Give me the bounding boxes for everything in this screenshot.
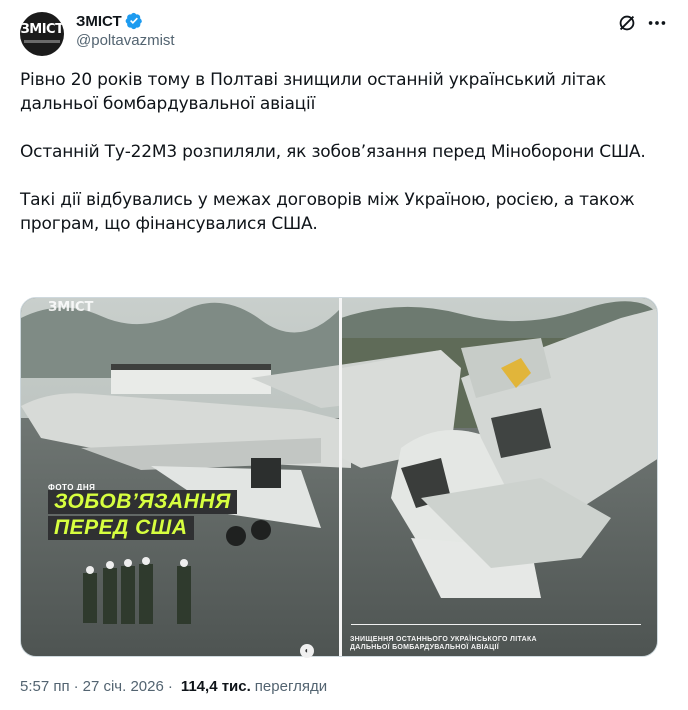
media-photo [21, 298, 657, 656]
media-info-icon[interactable]: ◐ [300, 644, 314, 658]
tweet-header: ЗМІСТ ЗМІСТ @poltavazmist [20, 8, 668, 56]
media-headline: ЗОБОВ’ЯЗАННЯ ПЕРЕД США [48, 490, 237, 542]
tweet-paragraph: Рівно 20 років тому в Полтаві знищили ос… [20, 70, 607, 114]
tweet-paragraph: Останній Ту-22М3 розпиляли, як зобов’яза… [20, 142, 646, 162]
display-name[interactable]: ЗМІСТ [76, 13, 122, 30]
avatar-logo: ЗМІСТ [20, 22, 64, 37]
views-count: 114,4 тис. [180, 678, 251, 695]
meta-separator: · [167, 678, 173, 695]
tweet-media-image[interactable] [20, 297, 658, 657]
tweet-time[interactable]: 5:57 пп [20, 678, 70, 695]
tweet-text: Рівно 20 років тому в Полтаві знищили ос… [20, 68, 660, 260]
tweet-meta: 5:57 пп · 27 січ. 2026 · 114,4 тис. пере… [20, 678, 327, 695]
tweet-date[interactable]: 27 січ. 2026 [83, 678, 164, 695]
headline-line: ПЕРЕД США [48, 516, 194, 540]
verified-badge-icon [125, 12, 142, 30]
media-caption: ЗНИЩЕННЯ ОСТАННЬОГО УКРАЇНСЬКОГО ЛІТАКА … [350, 636, 537, 651]
headline-line: ЗОБОВ’ЯЗАННЯ [48, 490, 237, 514]
meta-separator: · [73, 678, 79, 695]
avatar[interactable]: ЗМІСТ [20, 12, 64, 56]
views-label: перегляди [254, 678, 328, 695]
handle[interactable]: @poltavazmist [76, 32, 175, 49]
more-icon[interactable] [646, 12, 668, 34]
tweet-paragraph: Такі дії відбувались у межах договорів м… [20, 190, 635, 234]
avatar-logo-subline [24, 40, 60, 43]
media-logo: ЗМІСТ [48, 300, 94, 315]
name-row: ЗМІСТ [76, 12, 143, 30]
grok-icon[interactable] [616, 12, 638, 34]
